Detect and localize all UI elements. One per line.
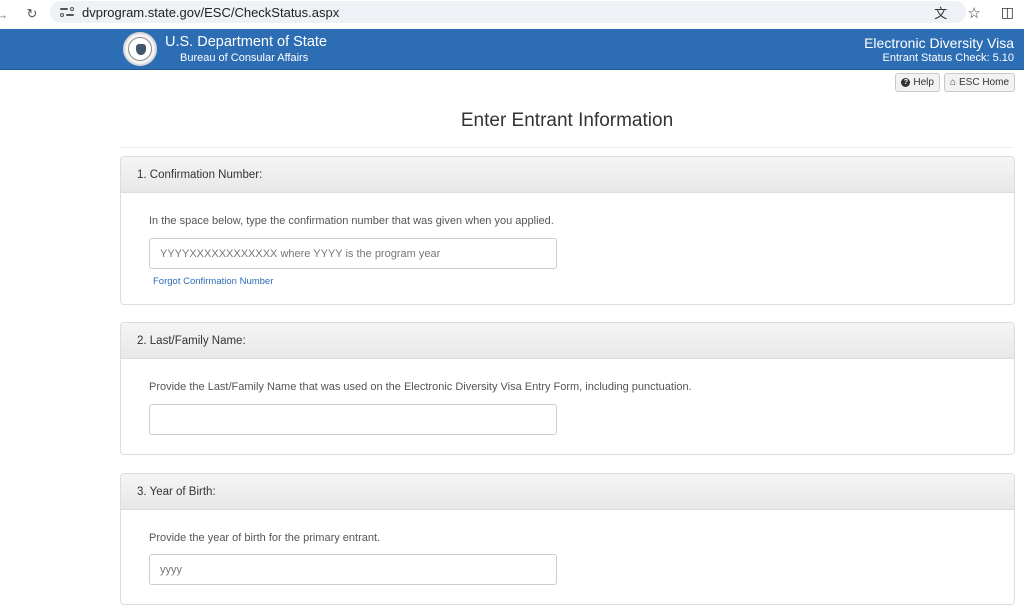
site-settings-icon[interactable] xyxy=(60,6,74,18)
birth-year-panel: 3. Year of Birth: Provide the year of bi… xyxy=(120,473,1015,605)
last-name-panel: 2. Last/Family Name: Provide the Last/Fa… xyxy=(120,322,1015,455)
help-label: Help xyxy=(913,77,934,88)
agency-name: U.S. Department of State xyxy=(165,34,327,50)
confirmation-panel: 1. Confirmation Number: In the space bel… xyxy=(120,156,1015,305)
reload-icon[interactable]: ↻ xyxy=(24,6,40,22)
birth-year-instructions: Provide the year of birth for the primar… xyxy=(149,532,381,544)
url-text: dvprogram.state.gov/ESC/CheckStatus.aspx xyxy=(82,4,340,20)
panel-heading: 1. Confirmation Number: xyxy=(121,157,1014,193)
bureau-name: Bureau of Consular Affairs xyxy=(180,52,309,64)
app-title: Electronic Diversity Visa xyxy=(864,35,1014,51)
extensions-icon[interactable]: ◫ xyxy=(1001,4,1014,21)
browser-toolbar: → ↻ dvprogram.state.gov/ESC/CheckStatus.… xyxy=(0,0,1024,28)
site-header: U.S. Department of State Bureau of Consu… xyxy=(0,29,1024,70)
header-actions: ? Help ⌂ ESC Home xyxy=(895,73,1015,92)
forgot-confirmation-link[interactable]: Forgot Confirmation Number xyxy=(153,276,273,287)
birth-year-input[interactable] xyxy=(149,554,557,585)
panel-heading: 3. Year of Birth: xyxy=(121,474,1014,510)
panel-heading: 2. Last/Family Name: xyxy=(121,323,1014,359)
question-circle-icon: ? xyxy=(901,78,911,87)
address-bar[interactable]: dvprogram.state.gov/ESC/CheckStatus.aspx xyxy=(50,1,966,23)
divider xyxy=(120,147,1014,148)
bookmark-star-icon[interactable]: ☆ xyxy=(967,4,980,22)
confirmation-number-input[interactable] xyxy=(149,238,557,269)
translate-icon[interactable]: 文 xyxy=(934,3,947,22)
last-name-input[interactable] xyxy=(149,404,557,435)
department-seal-icon xyxy=(123,32,157,66)
esc-home-button[interactable]: ⌂ ESC Home xyxy=(943,73,1015,92)
home-label: ESC Home xyxy=(958,77,1009,88)
home-icon: ⌂ xyxy=(949,77,956,88)
confirmation-instructions: In the space below, type the confirmatio… xyxy=(149,215,554,227)
app-subtitle: Entrant Status Check: 5.10 xyxy=(882,52,1014,64)
last-name-instructions: Provide the Last/Family Name that was us… xyxy=(149,381,692,393)
page-title: Enter Entrant Information xyxy=(460,110,674,131)
back-arrow-icon[interactable]: → xyxy=(0,7,10,22)
help-button[interactable]: ? Help xyxy=(895,73,940,92)
